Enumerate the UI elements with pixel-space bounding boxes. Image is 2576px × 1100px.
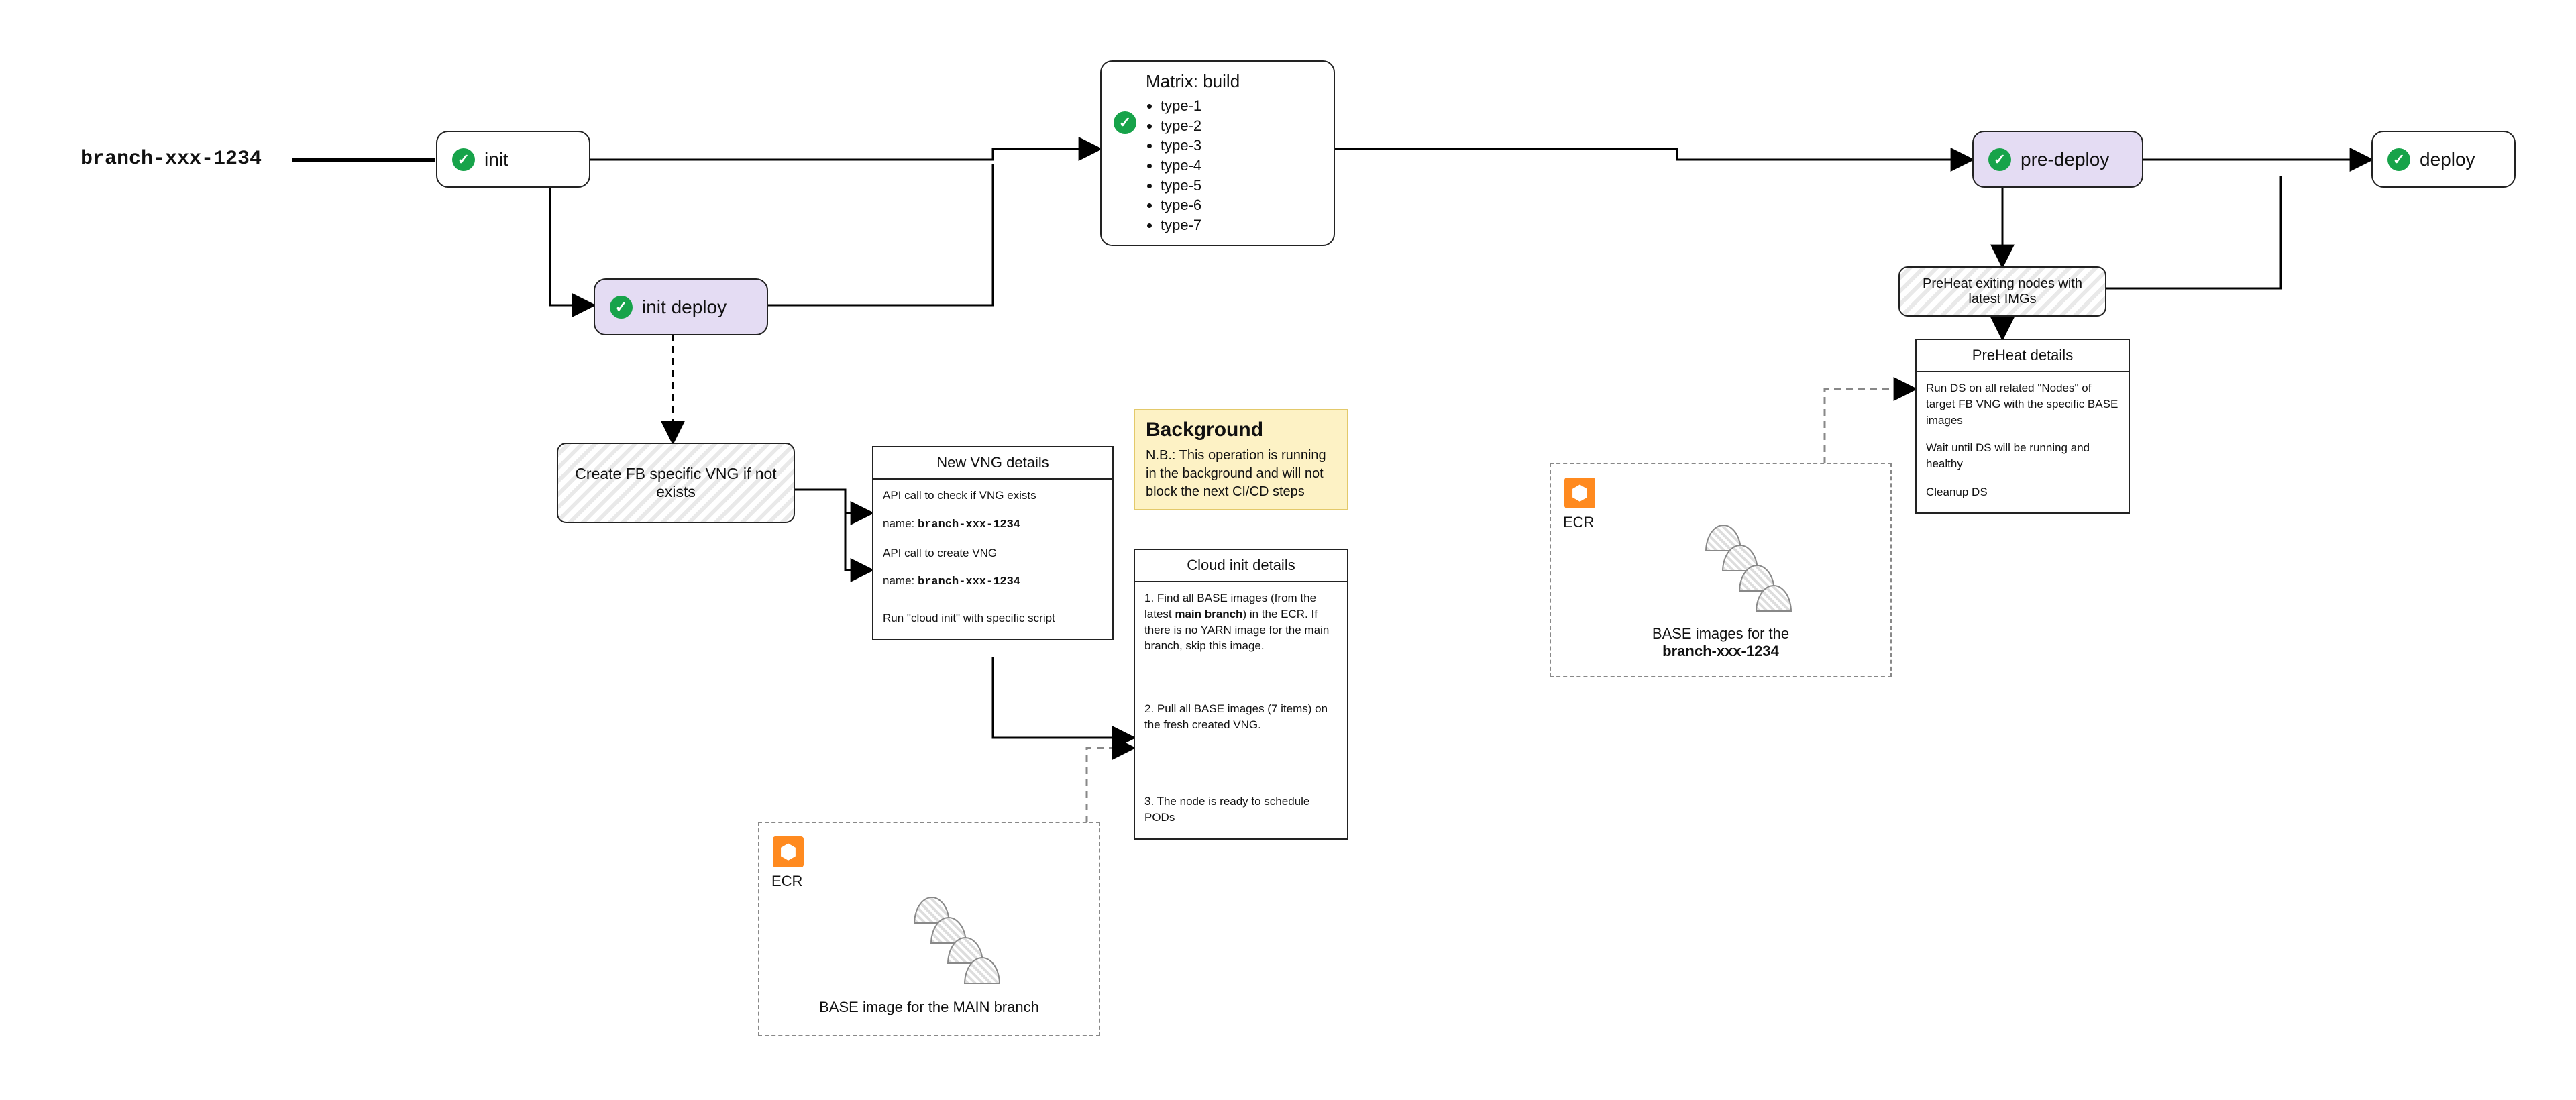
- panel-line: Run DS on all related "Nodes" of target …: [1926, 380, 2119, 428]
- panel-line: 3. The node is ready to schedule PODs: [1144, 793, 1338, 826]
- check-icon: ✓: [1988, 148, 2011, 171]
- note-title: Background: [1146, 419, 1336, 441]
- node-init: ✓ init: [436, 131, 590, 188]
- matrix-item: type-1: [1161, 96, 1240, 116]
- check-icon: ✓: [1114, 111, 1136, 134]
- branch-label: branch-xxx-1234: [80, 148, 262, 170]
- panel-line: Wait until DS will be running and health…: [1926, 440, 2119, 472]
- ecr-caption: BASE image for the MAIN branch: [759, 999, 1099, 1016]
- check-icon: ✓: [610, 296, 633, 319]
- panel-line: Run "cloud init" with specific script: [883, 610, 1103, 626]
- node-deploy: ✓ deploy: [2371, 131, 2516, 188]
- ecr-main-branch: ⬢ ECR BASE image for the MAIN branch: [758, 822, 1100, 1036]
- box-create-vng: Create FB specific VNG if not exists: [557, 443, 795, 523]
- note-body: N.B.: This operation is running in the b…: [1146, 447, 1336, 501]
- matrix-item: type-7: [1161, 215, 1240, 235]
- note-background: Background N.B.: This operation is runni…: [1134, 409, 1348, 510]
- panel-line: API call to create VNG: [883, 545, 1103, 561]
- ecr-label: ECR: [771, 873, 802, 890]
- panel-cloud-init: Cloud init details 1. Find all BASE imag…: [1134, 549, 1348, 840]
- box-label: PreHeat exiting nodes with latest IMGs: [1912, 276, 2093, 307]
- ecr-caption: BASE images for the branch-xxx-1234: [1551, 625, 1890, 660]
- check-icon: ✓: [452, 148, 475, 171]
- check-icon: ✓: [2387, 148, 2410, 171]
- node-matrix-build: ✓ Matrix: build type-1 type-2 type-3 typ…: [1100, 60, 1335, 246]
- node-pre-deploy: ✓ pre-deploy: [1972, 131, 2143, 188]
- matrix-item: type-6: [1161, 195, 1240, 215]
- box-preheat-nodes: PreHeat exiting nodes with latest IMGs: [1898, 266, 2106, 317]
- matrix-item: type-2: [1161, 116, 1240, 136]
- panel-line: API call to check if VNG exists: [883, 488, 1103, 504]
- matrix-list: type-1 type-2 type-3 type-4 type-5 type-…: [1161, 96, 1240, 235]
- ecr-icon: ⬢: [773, 836, 804, 867]
- ecr-label: ECR: [1563, 514, 1594, 531]
- panel-preheat: PreHeat details Run DS on all related "N…: [1915, 339, 2130, 514]
- panel-title: PreHeat details: [1917, 340, 2129, 372]
- ecr-icon: ⬢: [1564, 478, 1595, 508]
- panel-line: name: branch-xxx-1234: [883, 516, 1103, 533]
- panel-new-vng: New VNG details API call to check if VNG…: [872, 446, 1114, 640]
- panel-title: Cloud init details: [1135, 550, 1347, 582]
- node-init-deploy: ✓ init deploy: [594, 278, 768, 335]
- panel-line: 2. Pull all BASE images (7 items) on the…: [1144, 701, 1338, 733]
- node-label: init deploy: [642, 296, 727, 318]
- node-label: pre-deploy: [2021, 149, 2109, 170]
- panel-line: Cleanup DS: [1926, 484, 2119, 500]
- ecr-feature-branch: ⬢ ECR BASE images for the branch-xxx-123…: [1550, 463, 1892, 677]
- panel-line: name: branch-xxx-1234: [883, 573, 1103, 590]
- matrix-item: type-5: [1161, 176, 1240, 196]
- diagram-canvas: branch-xxx-1234 ✓ init ✓ Matrix: build t…: [0, 0, 2576, 1100]
- matrix-item: type-4: [1161, 156, 1240, 176]
- matrix-title: Matrix: build: [1146, 71, 1240, 92]
- node-label: deploy: [2420, 149, 2475, 170]
- panel-line: 1. Find all BASE images (from the latest…: [1144, 590, 1338, 654]
- matrix-item: type-3: [1161, 135, 1240, 156]
- panel-title: New VNG details: [873, 447, 1112, 480]
- node-label: init: [484, 149, 508, 170]
- box-label: Create FB specific VNG if not exists: [570, 465, 782, 501]
